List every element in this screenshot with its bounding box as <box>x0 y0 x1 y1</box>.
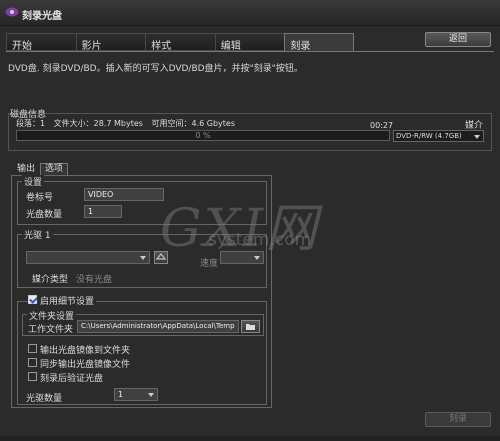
sync-image-label: 同步输出光盘镜像文件 <box>40 360 131 370</box>
window-bottom-edge <box>0 436 500 441</box>
tab-style[interactable]: 样式 <box>145 33 215 52</box>
volume-input[interactable]: VIDEO <box>84 188 164 201</box>
free-space-text: 可用空间：4.6 Gbytes <box>151 119 235 128</box>
chevron-down-icon <box>474 135 480 139</box>
file-size-text: 文件大小：28.7 Mbytes <box>53 119 143 128</box>
watermark-domain-text: system.com <box>208 230 312 250</box>
drive-count-select[interactable]: 1 <box>114 388 158 401</box>
window-title: 刻录光盘 <box>22 11 62 22</box>
app-logo-icon <box>5 7 19 17</box>
media-type-value: 没有光盘 <box>76 275 113 285</box>
workfolder-label: 工作文件夹 <box>28 325 74 335</box>
image-to-folder-checkbox[interactable] <box>28 344 37 353</box>
sub-tabs: 输出 选项 <box>12 163 69 175</box>
segment-text: 段落：1 <box>16 119 46 128</box>
volume-label: 卷标号 <box>26 193 54 203</box>
drive-count-value: 1 <box>118 390 124 399</box>
verify-disc-checkbox[interactable] <box>28 372 37 381</box>
disk-info-line: 段落：1 文件大小：28.7 Mbytes 可用空间：4.6 Gbytes <box>16 118 241 129</box>
instruction-text: DVD盘. 刻录DVD/BD。插入新的可写入DVD/BD盘片，并按"刻录"按钮。 <box>8 64 303 74</box>
chevron-down-icon <box>148 393 154 397</box>
drive-group-label: 光驱 1 <box>22 228 53 241</box>
chevron-down-icon <box>140 256 146 260</box>
settings-group-label: 设置 <box>22 175 45 188</box>
workfolder-input[interactable]: C:\Users\Administrator\AppData\Local\Tem… <box>77 320 239 333</box>
sync-image-checkbox[interactable] <box>28 358 37 367</box>
main-tabs: 开始 影片 样式 编辑 刻录 <box>6 33 354 52</box>
verify-disc-label: 刻录后验证光盘 <box>40 374 104 384</box>
tab-output[interactable]: 输出 <box>12 163 40 175</box>
enable-detail-label: 启用细节设置 <box>38 294 97 307</box>
image-to-folder-label: 输出光盘镜像到文件夹 <box>40 346 131 356</box>
time-readout: 00:27 <box>370 121 394 130</box>
drive-count-label: 光驱数量 <box>26 394 63 404</box>
tab-start[interactable]: 开始 <box>6 33 76 52</box>
drive-select[interactable] <box>26 251 150 264</box>
disc-count-label: 光盘数量 <box>26 210 63 220</box>
burn-progress-bar: 0 % <box>16 130 390 141</box>
tab-options[interactable]: 选项 <box>40 163 69 175</box>
burn-button[interactable]: 刻录 <box>425 412 491 427</box>
folder-settings-label: 文件夹设置 <box>27 309 77 322</box>
enable-detail-checkbox[interactable] <box>28 295 37 304</box>
progress-percent: 0 % <box>195 131 211 140</box>
browse-folder-button[interactable] <box>241 320 260 333</box>
folder-icon <box>246 324 255 330</box>
title-bar: 刻录光盘 <box>0 0 500 26</box>
back-button[interactable]: 返回 <box>425 32 491 47</box>
tab-burn[interactable]: 刻录 <box>284 33 354 52</box>
tab-divider <box>6 51 494 52</box>
media-select-value: DVD-R/RW (4.7GB) <box>396 132 462 140</box>
tab-movie[interactable]: 影片 <box>75 33 146 52</box>
disc-count-input[interactable]: 1 <box>84 205 122 218</box>
watermark: GXI网 system.com <box>160 186 320 259</box>
tab-edit[interactable]: 编辑 <box>214 33 285 52</box>
media-type-select[interactable]: DVD-R/RW (4.7GB) <box>393 130 484 142</box>
media-type-label: 媒介类型 <box>32 275 69 285</box>
